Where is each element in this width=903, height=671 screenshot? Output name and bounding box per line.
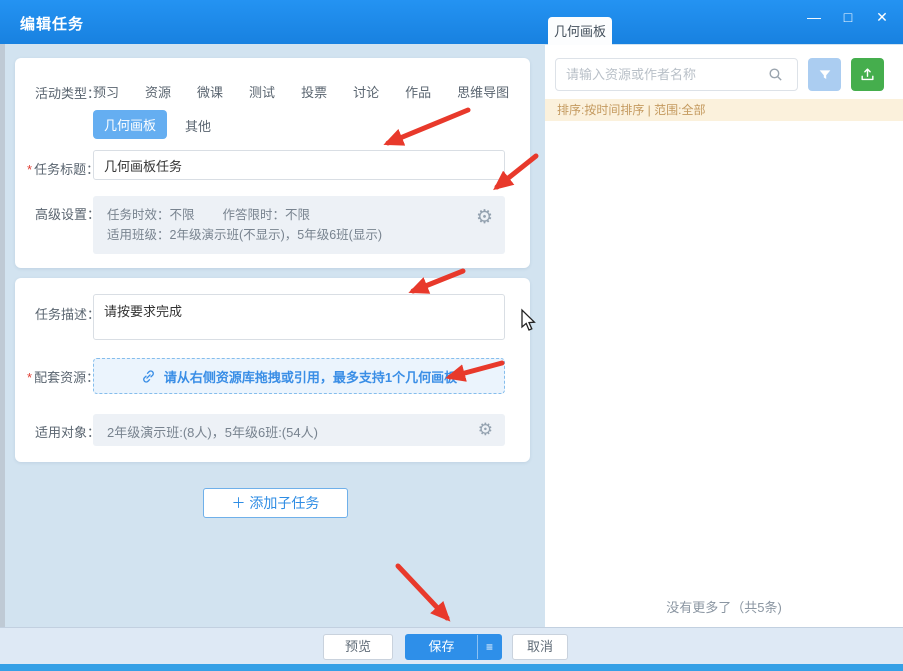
resource-label: *配套资源： — [27, 367, 99, 386]
bottom-edge-strip — [0, 664, 903, 671]
activity-option-test[interactable]: 测试 — [249, 82, 275, 101]
minimize-button[interactable]: — — [805, 8, 823, 26]
required-marker: * — [27, 162, 32, 177]
resource-panel: 排序:按时间排序 | 范围:全部 没有更多了（共5条) — [545, 45, 903, 627]
advanced-settings-summary: 任务时效：不限 作答限时：不限 适用班级：2年级演示班(不显示)，5年级6班(显示… — [93, 196, 505, 254]
window-controls: — □ ✕ — [805, 8, 891, 26]
upload-icon — [859, 66, 876, 83]
preview-button[interactable]: 预览 — [323, 634, 393, 660]
activity-option-resource[interactable]: 资源 — [145, 82, 171, 101]
activity-type-label: 活动类型： — [35, 83, 100, 102]
filter-button[interactable] — [808, 58, 841, 91]
tab-sketchpad[interactable]: 几何画板 — [548, 17, 612, 45]
activity-option-vote[interactable]: 投票 — [301, 82, 327, 101]
applicable-class-text: 适用班级：2年级演示班(不显示)，5年级6班(显示) — [107, 225, 491, 245]
task-settings-card: 活动类型： 预习 资源 微课 测试 投票 讨论 作品 思维导图 几何画板 其他 … — [15, 58, 530, 268]
activity-option-microlesson[interactable]: 微课 — [197, 82, 223, 101]
task-content-card: 任务描述： 请按要求完成 *配套资源： 请从右侧资源库拖拽或引用，最多支持1个几… — [15, 278, 530, 462]
activity-option-mindmap[interactable]: 思维导图 — [457, 82, 509, 101]
dialog-title: 编辑任务 — [20, 13, 84, 34]
task-title-input[interactable] — [93, 150, 505, 180]
activity-option-sketchpad-selected[interactable]: 几何画板 — [93, 110, 167, 139]
cancel-button[interactable]: 取消 — [512, 634, 568, 660]
task-duration-text: 任务时效：不限 — [107, 208, 195, 222]
activity-option-preview[interactable]: 预习 — [93, 82, 119, 101]
search-input[interactable] — [555, 58, 798, 91]
description-textarea[interactable]: 请按要求完成 — [93, 294, 505, 340]
audience-summary: 2年级演示班:(8人)，5年级6班:(54人) ⚙ — [93, 414, 505, 446]
maximize-button[interactable]: □ — [839, 8, 857, 26]
answer-limit-text: 作答限时：不限 — [223, 208, 311, 222]
title-bar: 编辑任务 — □ ✕ — [0, 0, 903, 44]
activity-type-options: 预习 资源 微课 测试 投票 讨论 作品 思维导图 — [93, 82, 509, 101]
task-title-label: *任务标题： — [27, 159, 99, 178]
save-button[interactable]: 保存 ≡ — [405, 634, 502, 660]
resource-hint-text: 请从右侧资源库拖拽或引用，最多支持1个几何画板 — [164, 367, 457, 386]
search-icon[interactable] — [767, 66, 784, 83]
audience-label: 适用对象： — [35, 422, 100, 441]
save-options-icon[interactable]: ≡ — [477, 635, 501, 659]
advanced-settings-gear-icon[interactable]: ⚙ — [476, 208, 493, 227]
audience-text: 2年级演示班:(8人)，5年级6班:(54人) — [107, 425, 318, 440]
no-more-text: 没有更多了（共5条) — [545, 597, 903, 616]
add-subtask-button[interactable]: ＋ 添加子任务 — [203, 488, 348, 518]
footer-bar: 预览 保存 ≡ 取消 — [0, 627, 903, 664]
link-icon — [141, 369, 156, 384]
audience-gear-icon[interactable]: ⚙ — [478, 421, 493, 438]
resource-drop-zone[interactable]: 请从右侧资源库拖拽或引用，最多支持1个几何画板 — [93, 358, 505, 394]
activity-option-discussion[interactable]: 讨论 — [353, 82, 379, 101]
description-label: 任务描述： — [35, 304, 100, 323]
advanced-settings-label: 高级设置： — [35, 204, 100, 223]
sort-status-bar: 排序:按时间排序 | 范围:全部 — [545, 99, 903, 121]
edit-task-dialog: 活动类型： 预习 资源 微课 测试 投票 讨论 作品 思维导图 几何画板 其他 … — [5, 44, 545, 627]
upload-button[interactable] — [851, 58, 884, 91]
close-button[interactable]: ✕ — [873, 8, 891, 26]
funnel-icon — [817, 67, 833, 83]
activity-option-work[interactable]: 作品 — [405, 82, 431, 101]
app-window: { "window": { "title": "编辑任务", "controls… — [0, 0, 903, 671]
required-marker: * — [27, 370, 32, 385]
activity-option-other[interactable]: 其他 — [185, 116, 211, 135]
